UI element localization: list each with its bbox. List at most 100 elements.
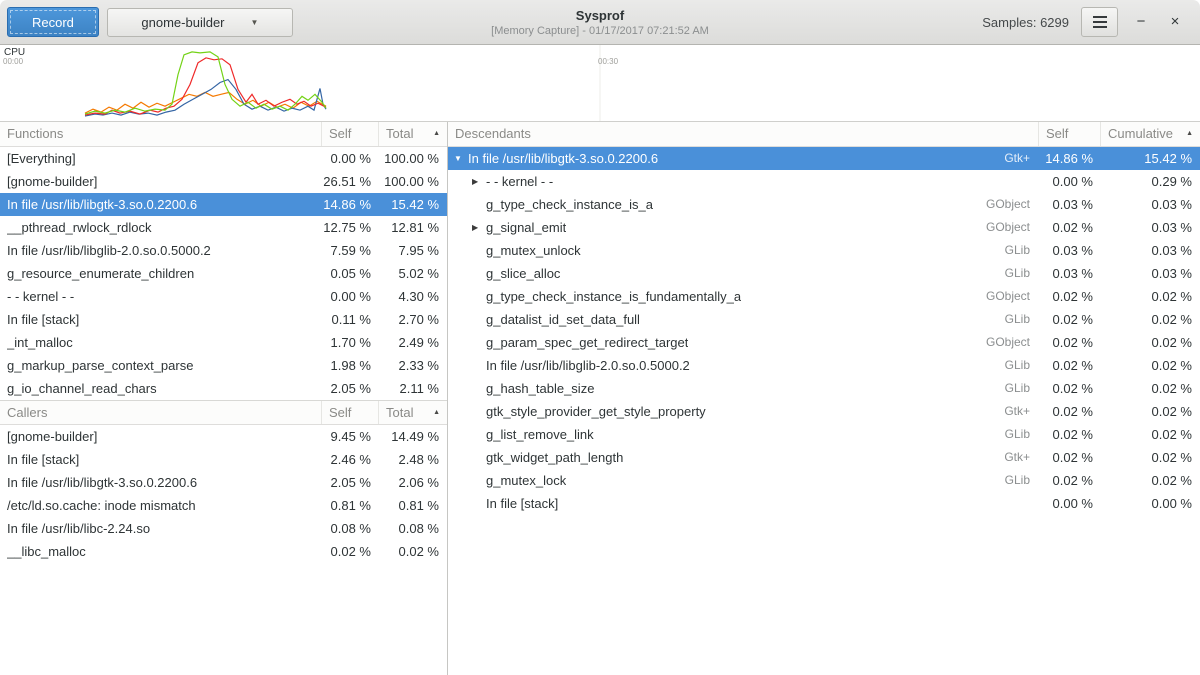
self-column-header[interactable]: Self (322, 401, 379, 424)
headerbar: Record gnome-builder ▼ Sysprof [Memory C… (0, 0, 1200, 45)
total-value: 0.02 % (1101, 308, 1200, 331)
table-row[interactable]: g_hash_table_sizeGLib0.02 %0.02 % (448, 377, 1200, 400)
function-name-cell: g_datalist_id_set_data_fullGLib (448, 308, 1039, 331)
library-badge: GObject (986, 285, 1039, 308)
table-row[interactable]: gtk_style_provider_get_style_propertyGtk… (448, 400, 1200, 423)
table-row[interactable]: g_datalist_id_set_data_fullGLib0.02 %0.0… (448, 308, 1200, 331)
self-value: 26.51 % (322, 170, 379, 193)
table-row[interactable]: /etc/ld.so.cache: inode mismatch0.81 %0.… (0, 494, 447, 517)
function-name: In file /usr/lib/libglib-2.0.so.0.5000.2 (7, 239, 211, 262)
table-row[interactable]: - - kernel - -0.00 %4.30 % (0, 285, 447, 308)
table-row[interactable]: [Everything]0.00 %100.00 % (0, 147, 447, 170)
total-value: 0.03 % (1101, 262, 1200, 285)
self-value: 9.45 % (322, 425, 379, 448)
self-value: 0.00 % (1039, 492, 1101, 515)
expander-closed-icon[interactable]: ▶ (470, 216, 486, 239)
function-name: - - kernel - - (486, 170, 553, 193)
function-name-cell: In file /usr/lib/libgtk-3.so.0.2200.6 (0, 193, 322, 216)
table-row[interactable]: [gnome-builder]26.51 %100.00 % (0, 170, 447, 193)
total-value: 2.33 % (379, 354, 447, 377)
table-row[interactable]: __pthread_rwlock_rdlock12.75 %12.81 % (0, 216, 447, 239)
header-right-cluster: Samples: 6299 − × (982, 7, 1200, 37)
self-value: 0.11 % (322, 308, 379, 331)
process-selector[interactable]: gnome-builder ▼ (107, 8, 293, 37)
function-name: g_resource_enumerate_children (7, 262, 194, 285)
table-row[interactable]: g_markup_parse_context_parse1.98 %2.33 % (0, 354, 447, 377)
total-column-header[interactable]: Total ▲ (379, 122, 447, 146)
cpu-graph[interactable]: CPU 00:00 00:30 (0, 45, 1200, 122)
total-value: 0.02 % (1101, 400, 1200, 423)
close-button[interactable]: × (1164, 7, 1186, 37)
table-row[interactable]: gtk_widget_path_lengthGtk+0.02 %0.02 % (448, 446, 1200, 469)
library-badge: GLib (1005, 354, 1039, 377)
callers-column-header[interactable]: Callers (0, 401, 322, 424)
self-value: 1.70 % (322, 331, 379, 354)
callers-table: [gnome-builder]9.45 %14.49 %In file [sta… (0, 425, 447, 563)
table-row[interactable]: __libc_malloc0.02 %0.02 % (0, 540, 447, 563)
library-badge: GObject (986, 216, 1039, 239)
expander-open-icon[interactable]: ▼ (452, 147, 468, 170)
function-name-cell: - - kernel - - (0, 285, 322, 308)
function-name-cell: [Everything] (0, 147, 322, 170)
function-name: In file /usr/lib/libgtk-3.so.0.2200.6 (7, 471, 197, 494)
self-value: 0.03 % (1039, 262, 1101, 285)
table-row[interactable]: In file [stack]0.00 %0.00 % (448, 492, 1200, 515)
descendants-column-header[interactable]: Descendants (448, 122, 1039, 146)
total-value: 0.29 % (1101, 170, 1200, 193)
sort-ascending-icon: ▲ (433, 401, 440, 424)
total-column-header[interactable]: Total ▲ (379, 401, 447, 424)
function-name-cell: ▼In file /usr/lib/libgtk-3.so.0.2200.6Gt… (448, 147, 1039, 170)
cumulative-column-header[interactable]: Cumulative ▲ (1101, 122, 1200, 146)
function-name-cell: g_resource_enumerate_children (0, 262, 322, 285)
self-column-header[interactable]: Self (322, 122, 379, 146)
self-column-header[interactable]: Self (1039, 122, 1101, 146)
minimize-button[interactable]: − (1130, 7, 1152, 37)
table-row[interactable]: g_list_remove_linkGLib0.02 %0.02 % (448, 423, 1200, 446)
table-row[interactable]: In file /usr/lib/libgtk-3.so.0.2200.614.… (0, 193, 447, 216)
table-row[interactable]: ▶g_signal_emitGObject0.02 %0.03 % (448, 216, 1200, 239)
table-row[interactable]: In file /usr/lib/libglib-2.0.so.0.5000.2… (0, 239, 447, 262)
record-button[interactable]: Record (7, 7, 99, 37)
table-row[interactable]: _int_malloc1.70 %2.49 % (0, 331, 447, 354)
table-row[interactable]: g_mutex_unlockGLib0.03 %0.03 % (448, 239, 1200, 262)
self-value: 0.03 % (1039, 193, 1101, 216)
table-row[interactable]: In file /usr/lib/libc-2.24.so0.08 %0.08 … (0, 517, 447, 540)
table-row[interactable]: g_slice_allocGLib0.03 %0.03 % (448, 262, 1200, 285)
self-value: 0.02 % (1039, 469, 1101, 492)
function-name: gtk_widget_path_length (486, 446, 623, 469)
table-row[interactable]: [gnome-builder]9.45 %14.49 % (0, 425, 447, 448)
time-label-start: 00:00 (3, 57, 23, 66)
functions-column-header[interactable]: Functions (0, 122, 322, 146)
expander-closed-icon[interactable]: ▶ (470, 170, 486, 193)
self-value: 0.00 % (1039, 170, 1101, 193)
sort-ascending-icon: ▲ (1186, 122, 1193, 146)
total-value: 100.00 % (379, 147, 447, 170)
self-value: 0.03 % (1039, 239, 1101, 262)
table-row[interactable]: g_param_spec_get_redirect_targetGObject0… (448, 331, 1200, 354)
function-name: g_list_remove_link (486, 423, 594, 446)
table-row[interactable]: g_type_check_instance_is_aGObject0.03 %0… (448, 193, 1200, 216)
total-value: 0.02 % (1101, 446, 1200, 469)
table-row[interactable]: In file /usr/lib/libglib-2.0.so.0.5000.2… (448, 354, 1200, 377)
cumulative-column-label: Cumulative (1108, 122, 1173, 146)
self-value: 0.02 % (1039, 285, 1101, 308)
table-row[interactable]: In file /usr/lib/libgtk-3.so.0.2200.62.0… (0, 471, 447, 494)
table-row[interactable]: ▼In file /usr/lib/libgtk-3.so.0.2200.6Gt… (448, 147, 1200, 170)
table-row[interactable]: g_mutex_lockGLib0.02 %0.02 % (448, 469, 1200, 492)
sysprof-window: Record gnome-builder ▼ Sysprof [Memory C… (0, 0, 1200, 675)
self-value: 0.00 % (322, 147, 379, 170)
function-name-cell: gtk_style_provider_get_style_propertyGtk… (448, 400, 1039, 423)
function-name: g_mutex_lock (486, 469, 566, 492)
table-row[interactable]: In file [stack]0.11 %2.70 % (0, 308, 447, 331)
menu-button[interactable] (1081, 7, 1118, 37)
library-badge: GLib (1005, 377, 1039, 400)
self-value: 0.02 % (1039, 308, 1101, 331)
samples-count: Samples: 6299 (982, 15, 1069, 30)
library-badge: GObject (986, 331, 1039, 354)
table-row[interactable]: g_resource_enumerate_children0.05 %5.02 … (0, 262, 447, 285)
table-row[interactable]: In file [stack]2.46 %2.48 % (0, 448, 447, 471)
table-row[interactable]: ▶- - kernel - - 0.00 %0.29 % (448, 170, 1200, 193)
total-value: 0.02 % (1101, 377, 1200, 400)
table-row[interactable]: g_io_channel_read_chars2.05 %2.11 % (0, 377, 447, 400)
table-row[interactable]: g_type_check_instance_is_fundamentally_a… (448, 285, 1200, 308)
